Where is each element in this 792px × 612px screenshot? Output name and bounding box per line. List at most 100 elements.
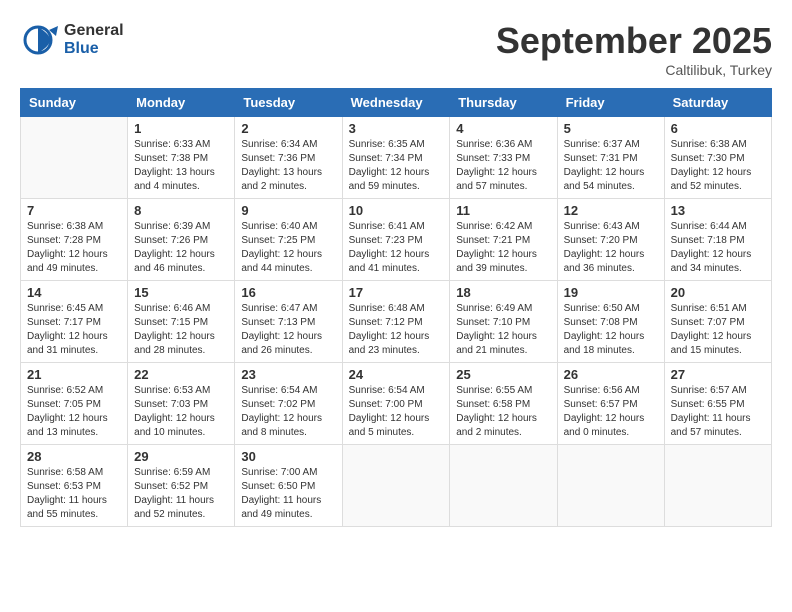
day-number: 10 bbox=[349, 203, 444, 218]
day-info: Sunrise: 6:33 AM Sunset: 7:38 PM Dayligh… bbox=[134, 138, 228, 194]
calendar-cell bbox=[450, 445, 557, 527]
calendar-cell: 12 Sunrise: 6:43 AM Sunset: 7:20 PM Dayli… bbox=[557, 199, 664, 281]
calendar-cell: 28 Sunrise: 6:58 AM Sunset: 6:53 PM Dayli… bbox=[21, 445, 128, 527]
month-title: September 2025 bbox=[496, 20, 772, 62]
day-info: Sunrise: 6:46 AM Sunset: 7:15 PM Dayligh… bbox=[134, 302, 228, 358]
day-info: Sunrise: 6:42 AM Sunset: 7:21 PM Dayligh… bbox=[456, 220, 550, 276]
day-number: 24 bbox=[349, 367, 444, 382]
day-number: 28 bbox=[27, 449, 121, 464]
weekday-header-wednesday: Wednesday bbox=[342, 89, 450, 117]
day-number: 5 bbox=[564, 121, 658, 136]
day-number: 16 bbox=[241, 285, 335, 300]
calendar-table: SundayMondayTuesdayWednesdayThursdayFrid… bbox=[20, 88, 772, 527]
calendar-cell: 16 Sunrise: 6:47 AM Sunset: 7:13 PM Dayli… bbox=[235, 281, 342, 363]
calendar-cell: 21 Sunrise: 6:52 AM Sunset: 7:05 PM Dayli… bbox=[21, 363, 128, 445]
day-number: 11 bbox=[456, 203, 550, 218]
day-number: 26 bbox=[564, 367, 658, 382]
day-info: Sunrise: 6:35 AM Sunset: 7:34 PM Dayligh… bbox=[349, 138, 444, 194]
calendar-cell: 23 Sunrise: 6:54 AM Sunset: 7:02 PM Dayli… bbox=[235, 363, 342, 445]
day-info: Sunrise: 6:51 AM Sunset: 7:07 PM Dayligh… bbox=[671, 302, 765, 358]
day-info: Sunrise: 6:37 AM Sunset: 7:31 PM Dayligh… bbox=[564, 138, 658, 194]
day-info: Sunrise: 6:45 AM Sunset: 7:17 PM Dayligh… bbox=[27, 302, 121, 358]
day-info: Sunrise: 6:44 AM Sunset: 7:18 PM Dayligh… bbox=[671, 220, 765, 276]
title-block: September 2025 Caltilibuk, Turkey bbox=[496, 20, 772, 78]
day-number: 8 bbox=[134, 203, 228, 218]
calendar-week-row: 21 Sunrise: 6:52 AM Sunset: 7:05 PM Dayli… bbox=[21, 363, 772, 445]
logo: General Blue bbox=[20, 20, 124, 60]
calendar-header-row: SundayMondayTuesdayWednesdayThursdayFrid… bbox=[21, 89, 772, 117]
location-text: Caltilibuk, Turkey bbox=[496, 62, 772, 78]
calendar-cell: 27 Sunrise: 6:57 AM Sunset: 6:55 PM Dayli… bbox=[664, 363, 771, 445]
day-info: Sunrise: 6:36 AM Sunset: 7:33 PM Dayligh… bbox=[456, 138, 550, 194]
day-number: 2 bbox=[241, 121, 335, 136]
day-number: 30 bbox=[241, 449, 335, 464]
day-info: Sunrise: 6:54 AM Sunset: 7:00 PM Dayligh… bbox=[349, 384, 444, 440]
day-number: 7 bbox=[27, 203, 121, 218]
calendar-cell: 6 Sunrise: 6:38 AM Sunset: 7:30 PM Daylig… bbox=[664, 117, 771, 199]
calendar-cell: 24 Sunrise: 6:54 AM Sunset: 7:00 PM Dayli… bbox=[342, 363, 450, 445]
day-number: 12 bbox=[564, 203, 658, 218]
calendar-cell bbox=[21, 117, 128, 199]
day-number: 15 bbox=[134, 285, 228, 300]
calendar-cell bbox=[664, 445, 771, 527]
day-info: Sunrise: 6:43 AM Sunset: 7:20 PM Dayligh… bbox=[564, 220, 658, 276]
day-number: 4 bbox=[456, 121, 550, 136]
day-info: Sunrise: 6:39 AM Sunset: 7:26 PM Dayligh… bbox=[134, 220, 228, 276]
calendar-cell: 13 Sunrise: 6:44 AM Sunset: 7:18 PM Dayli… bbox=[664, 199, 771, 281]
calendar-week-row: 7 Sunrise: 6:38 AM Sunset: 7:28 PM Daylig… bbox=[21, 199, 772, 281]
weekday-header-thursday: Thursday bbox=[450, 89, 557, 117]
calendar-cell: 19 Sunrise: 6:50 AM Sunset: 7:08 PM Dayli… bbox=[557, 281, 664, 363]
day-info: Sunrise: 7:00 AM Sunset: 6:50 PM Dayligh… bbox=[241, 466, 335, 522]
weekday-header-tuesday: Tuesday bbox=[235, 89, 342, 117]
day-info: Sunrise: 6:53 AM Sunset: 7:03 PM Dayligh… bbox=[134, 384, 228, 440]
day-info: Sunrise: 6:52 AM Sunset: 7:05 PM Dayligh… bbox=[27, 384, 121, 440]
calendar-week-row: 1 Sunrise: 6:33 AM Sunset: 7:38 PM Daylig… bbox=[21, 117, 772, 199]
calendar-cell: 7 Sunrise: 6:38 AM Sunset: 7:28 PM Daylig… bbox=[21, 199, 128, 281]
calendar-cell: 18 Sunrise: 6:49 AM Sunset: 7:10 PM Dayli… bbox=[450, 281, 557, 363]
weekday-header-friday: Friday bbox=[557, 89, 664, 117]
calendar-cell: 10Sunrise: 6:41 AM Sunset: 7:23 PM Dayli… bbox=[342, 199, 450, 281]
day-number: 17 bbox=[349, 285, 444, 300]
calendar-cell: 5 Sunrise: 6:37 AM Sunset: 7:31 PM Daylig… bbox=[557, 117, 664, 199]
day-number: 20 bbox=[671, 285, 765, 300]
day-number: 6 bbox=[671, 121, 765, 136]
day-info: Sunrise: 6:50 AM Sunset: 7:08 PM Dayligh… bbox=[564, 302, 658, 358]
day-info: Sunrise: 6:34 AM Sunset: 7:36 PM Dayligh… bbox=[241, 138, 335, 194]
calendar-week-row: 14Sunrise: 6:45 AM Sunset: 7:17 PM Dayli… bbox=[21, 281, 772, 363]
calendar-cell: 20 Sunrise: 6:51 AM Sunset: 7:07 PM Dayli… bbox=[664, 281, 771, 363]
calendar-cell: 3Sunrise: 6:35 AM Sunset: 7:34 PM Daylig… bbox=[342, 117, 450, 199]
page-header: General Blue September 2025 Caltilibuk, … bbox=[20, 20, 772, 78]
day-number: 18 bbox=[456, 285, 550, 300]
day-number: 21 bbox=[27, 367, 121, 382]
day-info: Sunrise: 6:59 AM Sunset: 6:52 PM Dayligh… bbox=[134, 466, 228, 522]
day-number: 23 bbox=[241, 367, 335, 382]
day-number: 19 bbox=[564, 285, 658, 300]
weekday-header-sunday: Sunday bbox=[21, 89, 128, 117]
calendar-cell: 30 Sunrise: 7:00 AM Sunset: 6:50 PM Dayli… bbox=[235, 445, 342, 527]
day-number: 22 bbox=[134, 367, 228, 382]
day-info: Sunrise: 6:40 AM Sunset: 7:25 PM Dayligh… bbox=[241, 220, 335, 276]
day-info: Sunrise: 6:55 AM Sunset: 6:58 PM Dayligh… bbox=[456, 384, 550, 440]
day-info: Sunrise: 6:38 AM Sunset: 7:30 PM Dayligh… bbox=[671, 138, 765, 194]
day-info: Sunrise: 6:38 AM Sunset: 7:28 PM Dayligh… bbox=[27, 220, 121, 276]
day-info: Sunrise: 6:47 AM Sunset: 7:13 PM Dayligh… bbox=[241, 302, 335, 358]
calendar-cell: 9Sunrise: 6:40 AM Sunset: 7:25 PM Daylig… bbox=[235, 199, 342, 281]
calendar-cell bbox=[342, 445, 450, 527]
calendar-cell: 26 Sunrise: 6:56 AM Sunset: 6:57 PM Dayli… bbox=[557, 363, 664, 445]
day-info: Sunrise: 6:56 AM Sunset: 6:57 PM Dayligh… bbox=[564, 384, 658, 440]
calendar-cell bbox=[557, 445, 664, 527]
calendar-cell: 14Sunrise: 6:45 AM Sunset: 7:17 PM Dayli… bbox=[21, 281, 128, 363]
calendar-cell: 8 Sunrise: 6:39 AM Sunset: 7:26 PM Daylig… bbox=[128, 199, 235, 281]
day-number: 29 bbox=[134, 449, 228, 464]
calendar-cell: 4 Sunrise: 6:36 AM Sunset: 7:33 PM Daylig… bbox=[450, 117, 557, 199]
day-info: Sunrise: 6:58 AM Sunset: 6:53 PM Dayligh… bbox=[27, 466, 121, 522]
day-number: 13 bbox=[671, 203, 765, 218]
calendar-cell: 1 Sunrise: 6:33 AM Sunset: 7:38 PM Daylig… bbox=[128, 117, 235, 199]
day-info: Sunrise: 6:54 AM Sunset: 7:02 PM Dayligh… bbox=[241, 384, 335, 440]
day-info: Sunrise: 6:49 AM Sunset: 7:10 PM Dayligh… bbox=[456, 302, 550, 358]
calendar-week-row: 28 Sunrise: 6:58 AM Sunset: 6:53 PM Dayli… bbox=[21, 445, 772, 527]
day-number: 27 bbox=[671, 367, 765, 382]
day-number: 1 bbox=[134, 121, 228, 136]
calendar-cell: 22 Sunrise: 6:53 AM Sunset: 7:03 PM Dayli… bbox=[128, 363, 235, 445]
day-info: Sunrise: 6:57 AM Sunset: 6:55 PM Dayligh… bbox=[671, 384, 765, 440]
